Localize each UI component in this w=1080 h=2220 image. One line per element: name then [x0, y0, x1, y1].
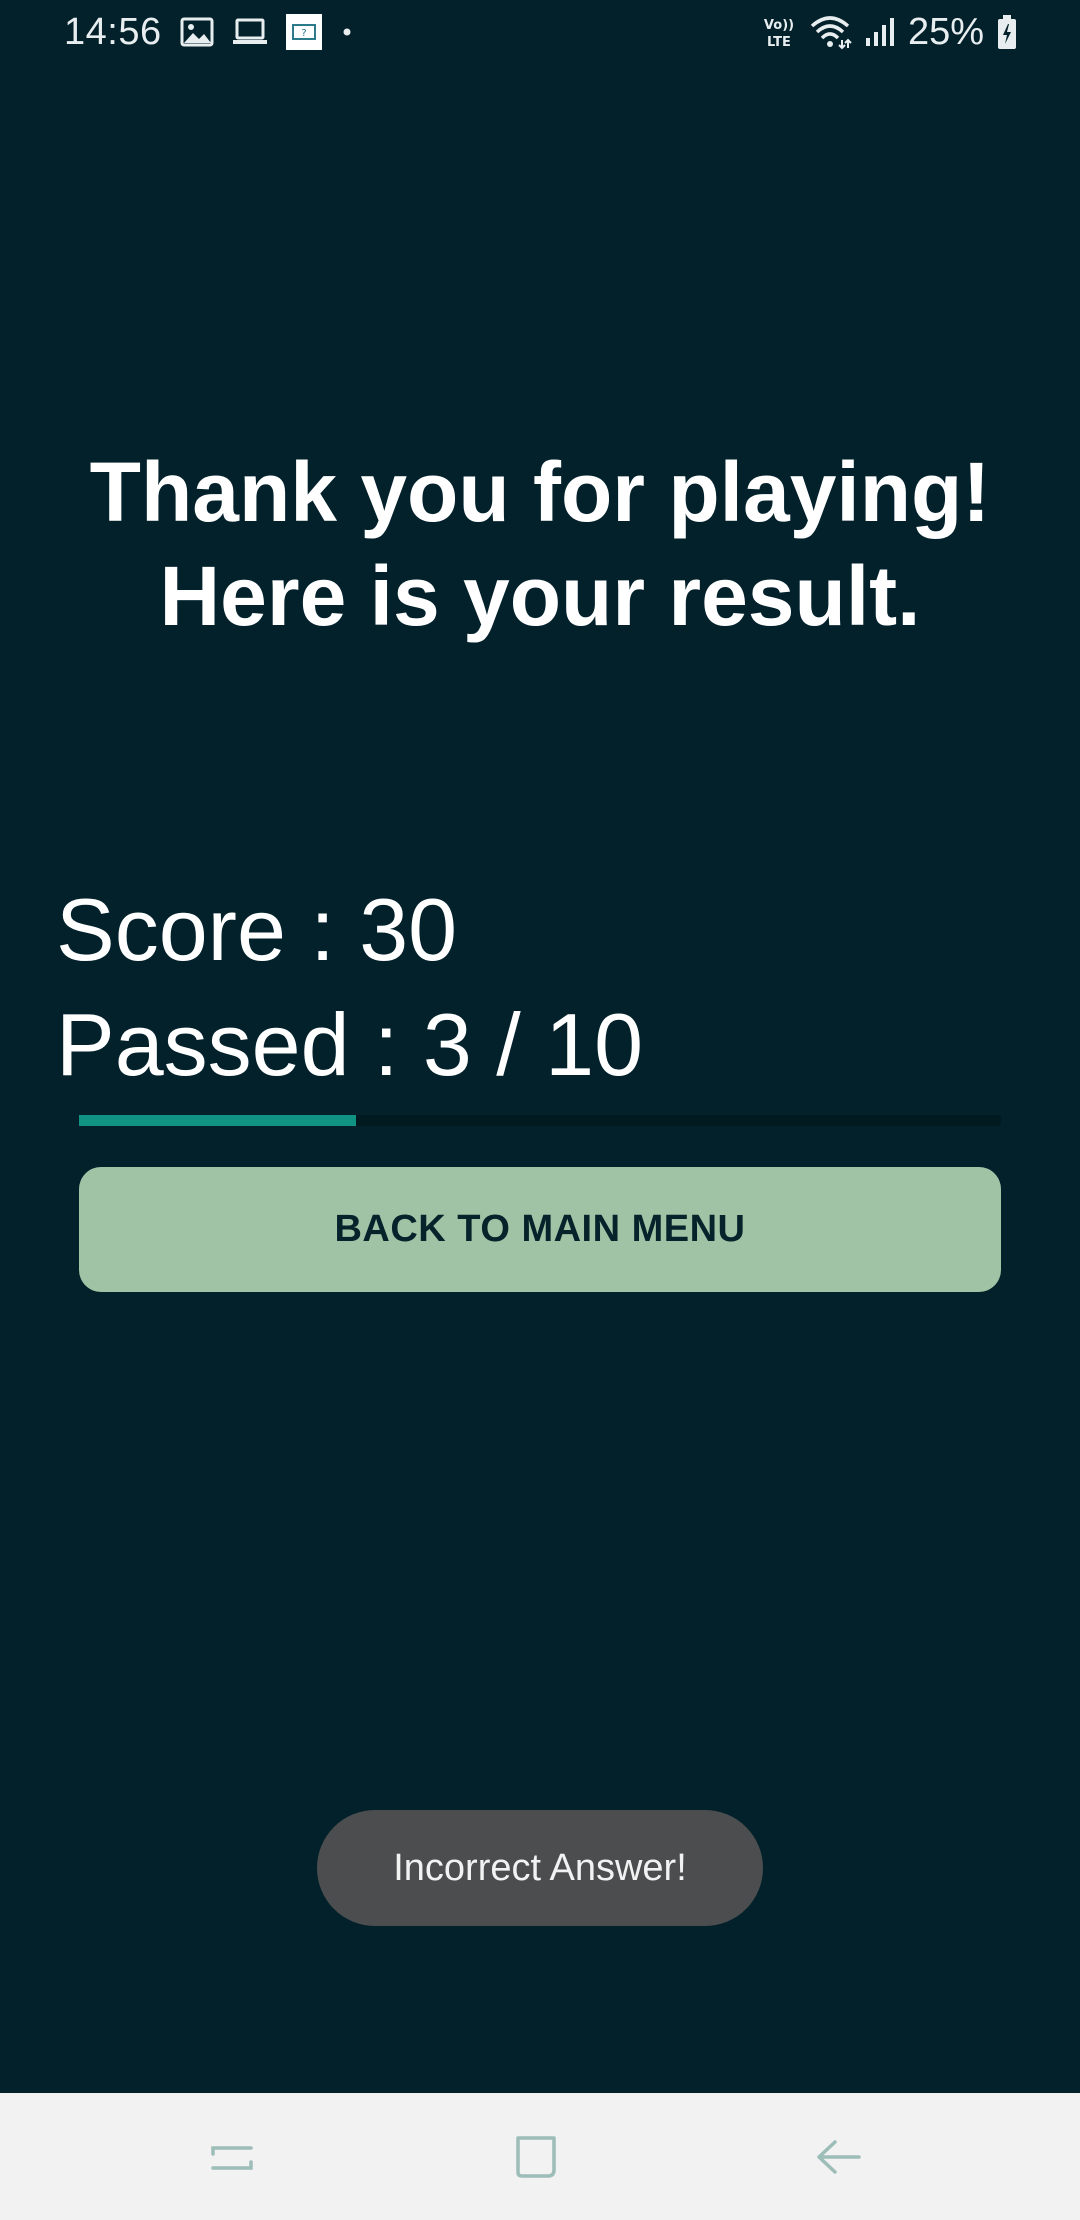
svg-text:LTE: LTE — [767, 35, 791, 50]
result-screen: 14:56 ? Vo)) LTE 25% Thank you for playi… — [0, 0, 1080, 2220]
wifi-icon — [808, 14, 852, 50]
passed-text: Passed : 3 / 10 — [56, 995, 644, 1094]
battery-percent: 25% — [907, 10, 984, 53]
status-bar: 14:56 ? Vo)) LTE 25% — [0, 0, 1080, 64]
image-icon — [180, 17, 214, 47]
app-notification-icon: ? — [285, 14, 322, 50]
status-right: Vo)) LTE 25% — [762, 8, 1018, 56]
back-button[interactable] — [802, 2121, 874, 2193]
back-to-main-menu-button[interactable]: BACK TO MAIN MENU — [79, 1167, 1001, 1292]
recents-icon — [211, 2146, 253, 2170]
status-time: 14:56 — [64, 10, 162, 53]
back-icon — [817, 2140, 861, 2174]
title-line-1: Thank you for playing! — [89, 445, 991, 539]
home-icon — [516, 2136, 556, 2178]
signal-icon — [864, 16, 896, 48]
score-text: Score : 30 — [56, 880, 458, 979]
toast-message: Incorrect Answer! — [317, 1810, 763, 1926]
toast-text: Incorrect Answer! — [393, 1846, 687, 1889]
progress-fill — [79, 1115, 356, 1126]
result-title: Thank you for playing! Here is your resu… — [0, 440, 1080, 648]
laptop-icon — [232, 17, 268, 47]
result-progress-bar — [79, 1115, 1001, 1126]
svg-text:Vo)): Vo)) — [764, 18, 794, 33]
volte-icon: Vo)) LTE — [762, 14, 796, 50]
dot-icon — [340, 25, 354, 39]
status-left: 14:56 ? — [64, 8, 354, 56]
svg-text:?: ? — [301, 28, 306, 39]
battery-charging-icon — [996, 14, 1018, 50]
navigation-bar — [0, 2093, 1080, 2220]
title-line-2: Here is your result. — [159, 549, 921, 643]
recents-button[interactable] — [196, 2121, 268, 2193]
home-button[interactable] — [499, 2121, 571, 2193]
